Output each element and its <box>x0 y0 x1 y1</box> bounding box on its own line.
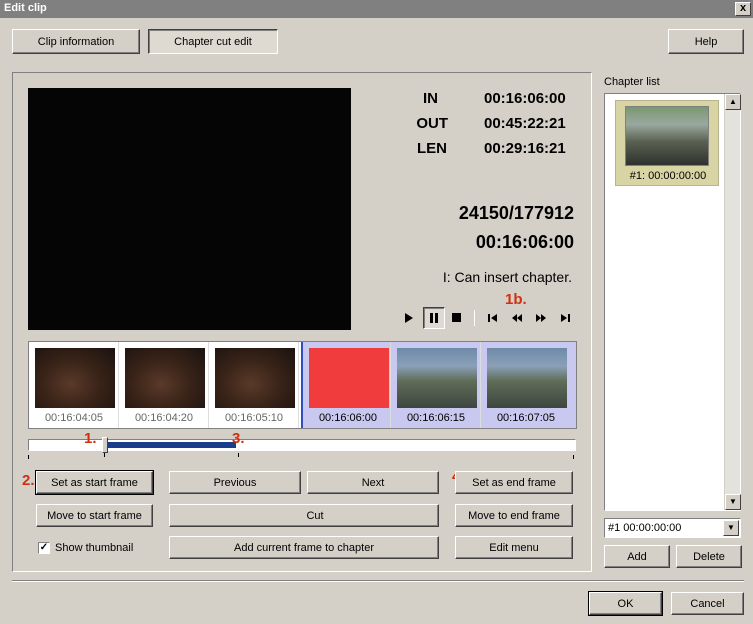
current-timecode: 00:16:06:00 <box>475 232 574 252</box>
tick-mark <box>238 453 239 457</box>
video-preview <box>28 88 351 330</box>
thumbnail-timecode: 00:16:06:00 <box>318 412 378 424</box>
title-bar: Edit clip <box>0 0 753 18</box>
annotation-2: 2. <box>22 472 35 489</box>
chapter-scrollbar[interactable]: ▲ ▼ <box>724 94 741 510</box>
cancel-button[interactable]: Cancel <box>671 592 744 615</box>
thumbnail-frame[interactable]: 00:16:04:20 <box>119 342 209 428</box>
window-title: Edit clip <box>4 2 47 14</box>
next-frame-icon[interactable] <box>556 309 574 327</box>
rewind-icon[interactable] <box>508 309 526 327</box>
forward-icon[interactable] <box>532 309 550 327</box>
scroll-down-icon[interactable]: ▼ <box>725 494 741 510</box>
thumbnail-strip[interactable]: 00:16:04:05 00:16:04:20 00:16:05:10 00:1… <box>28 341 577 429</box>
in-timecode: 00:16:06:00 <box>484 90 566 107</box>
chapter-caption: #1: 00:00:00:00 <box>629 170 707 182</box>
edit-menu-button[interactable]: Edit menu <box>455 536 573 559</box>
next-button[interactable]: Next <box>307 471 439 494</box>
frame-counter: 24150/177912 <box>458 203 574 223</box>
thumbnail-frame[interactable]: 00:16:06:15 <box>391 342 481 428</box>
tick-mark <box>28 455 29 459</box>
slider-thumb[interactable] <box>102 437 109 453</box>
ok-button[interactable]: OK <box>588 591 663 616</box>
tab-clip-information[interactable]: Clip information <box>12 29 140 54</box>
delete-chapter-button[interactable]: Delete <box>676 545 742 568</box>
thumbnail-timecode: 00:16:04:05 <box>44 412 104 424</box>
out-label: OUT <box>416 115 448 132</box>
pause-icon[interactable] <box>423 307 445 329</box>
help-button[interactable]: Help <box>668 29 744 54</box>
stop-icon[interactable] <box>448 309 466 327</box>
chapter-select[interactable]: #1 00:00:00:00 ▼ <box>604 518 741 538</box>
thumbnail-image <box>215 348 295 408</box>
out-timecode: 00:45:22:21 <box>484 115 566 132</box>
annotation-1: 1. <box>84 430 97 447</box>
close-icon[interactable]: x <box>735 2 751 16</box>
chapter-thumbnail <box>625 106 709 166</box>
transport-divider <box>474 310 475 326</box>
thumbnail-frame[interactable]: 00:16:05:10 <box>209 342 299 428</box>
thumbnail-image <box>125 348 205 408</box>
bottom-divider <box>12 580 744 582</box>
thumbnail-image <box>309 348 389 408</box>
thumbnail-frame[interactable]: 00:16:06:00 <box>301 342 391 428</box>
show-thumbnail-label[interactable]: Show thumbnail <box>55 542 133 554</box>
set-end-frame-button[interactable]: Set as end frame <box>455 471 573 494</box>
chapter-item[interactable]: #1: 00:00:00:00 <box>615 100 719 186</box>
chapter-list-label: Chapter list <box>604 76 660 88</box>
cut-button[interactable]: Cut <box>169 504 439 527</box>
play-icon[interactable] <box>400 309 418 327</box>
status-text: I: Can insert chapter. <box>442 269 572 285</box>
scroll-up-icon[interactable]: ▲ <box>725 94 741 110</box>
chapter-select-value: #1 00:00:00:00 <box>608 522 682 534</box>
range-slider[interactable] <box>28 437 576 453</box>
thumbnail-image <box>487 348 567 408</box>
add-chapter-button[interactable]: Add <box>604 545 670 568</box>
show-thumbnail-checkbox[interactable]: ✓ <box>38 542 50 554</box>
len-timecode: 00:29:16:21 <box>484 140 566 157</box>
thumbnail-frame[interactable]: 00:16:07:05 <box>481 342 576 428</box>
annotation-3: 3. <box>232 430 245 447</box>
tick-mark <box>104 453 105 457</box>
thumbnail-timecode: 00:16:04:20 <box>134 412 194 424</box>
move-to-end-frame-button[interactable]: Move to end frame <box>455 504 573 527</box>
thumbnail-timecode: 00:16:07:05 <box>496 412 556 424</box>
len-label: LEN <box>417 140 447 157</box>
move-to-start-frame-button[interactable]: Move to start frame <box>36 504 153 527</box>
tab-chapter-cut-edit[interactable]: Chapter cut edit <box>148 29 278 54</box>
chevron-down-icon[interactable]: ▼ <box>723 520 739 536</box>
add-frame-to-chapter-button[interactable]: Add current frame to chapter <box>169 536 439 559</box>
thumbnail-timecode: 00:16:05:10 <box>224 412 284 424</box>
chapter-list[interactable]: #1: 00:00:00:00 ▲ ▼ <box>604 93 741 511</box>
thumbnail-image <box>397 348 477 408</box>
annotation-1b: 1b. <box>505 291 527 308</box>
thumbnail-timecode: 00:16:06:15 <box>406 412 466 424</box>
thumbnail-frame[interactable]: 00:16:04:05 <box>29 342 119 428</box>
prev-frame-icon[interactable] <box>484 309 502 327</box>
slider-ticks <box>28 453 576 459</box>
thumbnail-image <box>35 348 115 408</box>
set-start-frame-button[interactable]: Set as start frame <box>35 470 154 495</box>
tick-mark <box>573 455 574 459</box>
in-label: IN <box>423 90 438 107</box>
previous-button[interactable]: Previous <box>169 471 301 494</box>
slider-range <box>105 442 237 448</box>
